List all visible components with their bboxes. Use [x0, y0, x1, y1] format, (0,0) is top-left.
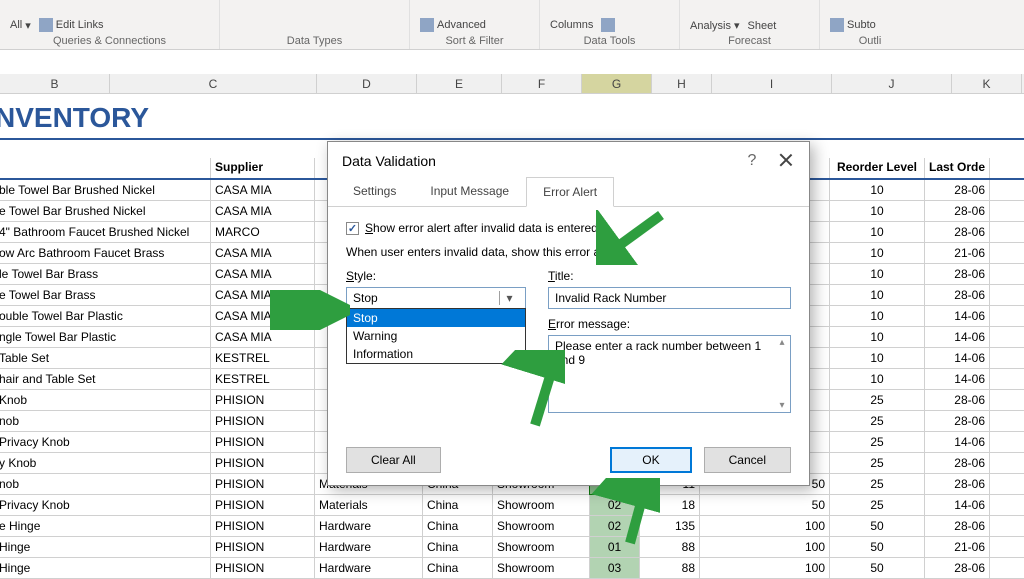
- show-alert-label: Show error alert after invalid data is e…: [365, 221, 598, 235]
- table-row[interactable]: e HingePHISIONHardwareChinaShowroom02135…: [0, 516, 1024, 537]
- data-validation-dialog: Data Validation ? Settings Input Message…: [327, 141, 810, 486]
- style-option-information[interactable]: Information: [347, 345, 525, 363]
- col-header-i[interactable]: I: [712, 74, 832, 93]
- show-alert-checkbox[interactable]: ✓: [346, 222, 359, 235]
- tab-settings[interactable]: Settings: [336, 176, 413, 206]
- ribbon-group-label: Queries & Connections: [10, 35, 209, 47]
- clear-all-button[interactable]: Clear All: [346, 447, 441, 473]
- style-option-warning[interactable]: Warning: [347, 327, 525, 345]
- scroll-up-icon[interactable]: ▴: [775, 337, 789, 351]
- prompt-text: When user enters invalid data, show this…: [346, 245, 791, 259]
- col-header-k[interactable]: K: [952, 74, 1022, 93]
- title-input[interactable]: [548, 287, 791, 309]
- ribbon-analysis[interactable]: Analysis ▾: [690, 19, 740, 32]
- ribbon: All ▾ Edit Links Queries & Connections D…: [0, 0, 1024, 50]
- col-header-g[interactable]: G: [582, 74, 652, 93]
- filter-icon: [420, 18, 434, 32]
- ribbon-all-dropdown[interactable]: All ▾: [10, 19, 31, 32]
- dialog-help-button[interactable]: ?: [743, 152, 761, 170]
- cancel-button[interactable]: Cancel: [704, 447, 791, 473]
- table-row[interactable]: Privacy KnobPHISIONMaterialsChinaShowroo…: [0, 495, 1024, 516]
- ribbon-columns[interactable]: Columns: [550, 19, 593, 31]
- scroll-down-icon[interactable]: ▾: [775, 400, 789, 414]
- title-field-label: Title:: [548, 269, 791, 283]
- error-message-textarea[interactable]: [548, 335, 791, 413]
- ok-button[interactable]: OK: [610, 447, 691, 473]
- col-header-b[interactable]: B: [0, 74, 110, 93]
- style-option-stop[interactable]: Stop: [347, 309, 525, 327]
- ribbon-subtotal[interactable]: Subto: [830, 18, 876, 32]
- col-header-f[interactable]: F: [502, 74, 582, 93]
- ribbon-edit-links[interactable]: Edit Links: [39, 18, 104, 32]
- tab-input-message[interactable]: Input Message: [413, 176, 526, 206]
- dialog-tabs: Settings Input Message Error Alert: [328, 176, 809, 207]
- tab-error-alert[interactable]: Error Alert: [526, 177, 614, 207]
- header-last-order[interactable]: Last Orde: [925, 158, 990, 178]
- page-title: NVENTORY: [0, 94, 1024, 140]
- ribbon-advanced[interactable]: Advanced: [420, 18, 486, 32]
- dialog-close-button[interactable]: [777, 152, 795, 170]
- chevron-down-icon: ▾: [499, 291, 519, 305]
- ribbon-sheet[interactable]: Sheet: [748, 20, 777, 32]
- style-dropdown: Stop Warning Information: [346, 308, 526, 364]
- table-row[interactable]: HingePHISIONHardwareChinaShowroom0388100…: [0, 558, 1024, 579]
- table-row[interactable]: HingePHISIONHardwareChinaShowroom0188100…: [0, 537, 1024, 558]
- subtotal-icon: [830, 18, 844, 32]
- col-header-h[interactable]: H: [652, 74, 712, 93]
- style-label: Style:: [346, 269, 526, 283]
- ribbon-group-label: Data Tools: [550, 35, 669, 47]
- ribbon-group-label: Data Types: [230, 35, 399, 47]
- col-header-d[interactable]: D: [317, 74, 417, 93]
- link-icon: [39, 18, 53, 32]
- col-header-e[interactable]: E: [417, 74, 502, 93]
- dialog-title: Data Validation: [342, 153, 436, 169]
- header-supplier[interactable]: Supplier: [211, 158, 315, 178]
- column-headers[interactable]: B C D E F G H I J K: [0, 74, 1024, 94]
- tools-icon: [601, 18, 615, 32]
- style-select[interactable]: Stop ▾ Stop Warning Information: [346, 287, 526, 309]
- header-reorder[interactable]: Reorder Level: [830, 158, 925, 178]
- col-header-j[interactable]: J: [832, 74, 952, 93]
- ribbon-group-label: Sort & Filter: [420, 35, 529, 47]
- ribbon-group-label: Forecast: [690, 35, 809, 47]
- col-header-c[interactable]: C: [110, 74, 317, 93]
- error-message-label: Error message:: [548, 317, 791, 331]
- ribbon-group-label: Outli: [830, 35, 910, 47]
